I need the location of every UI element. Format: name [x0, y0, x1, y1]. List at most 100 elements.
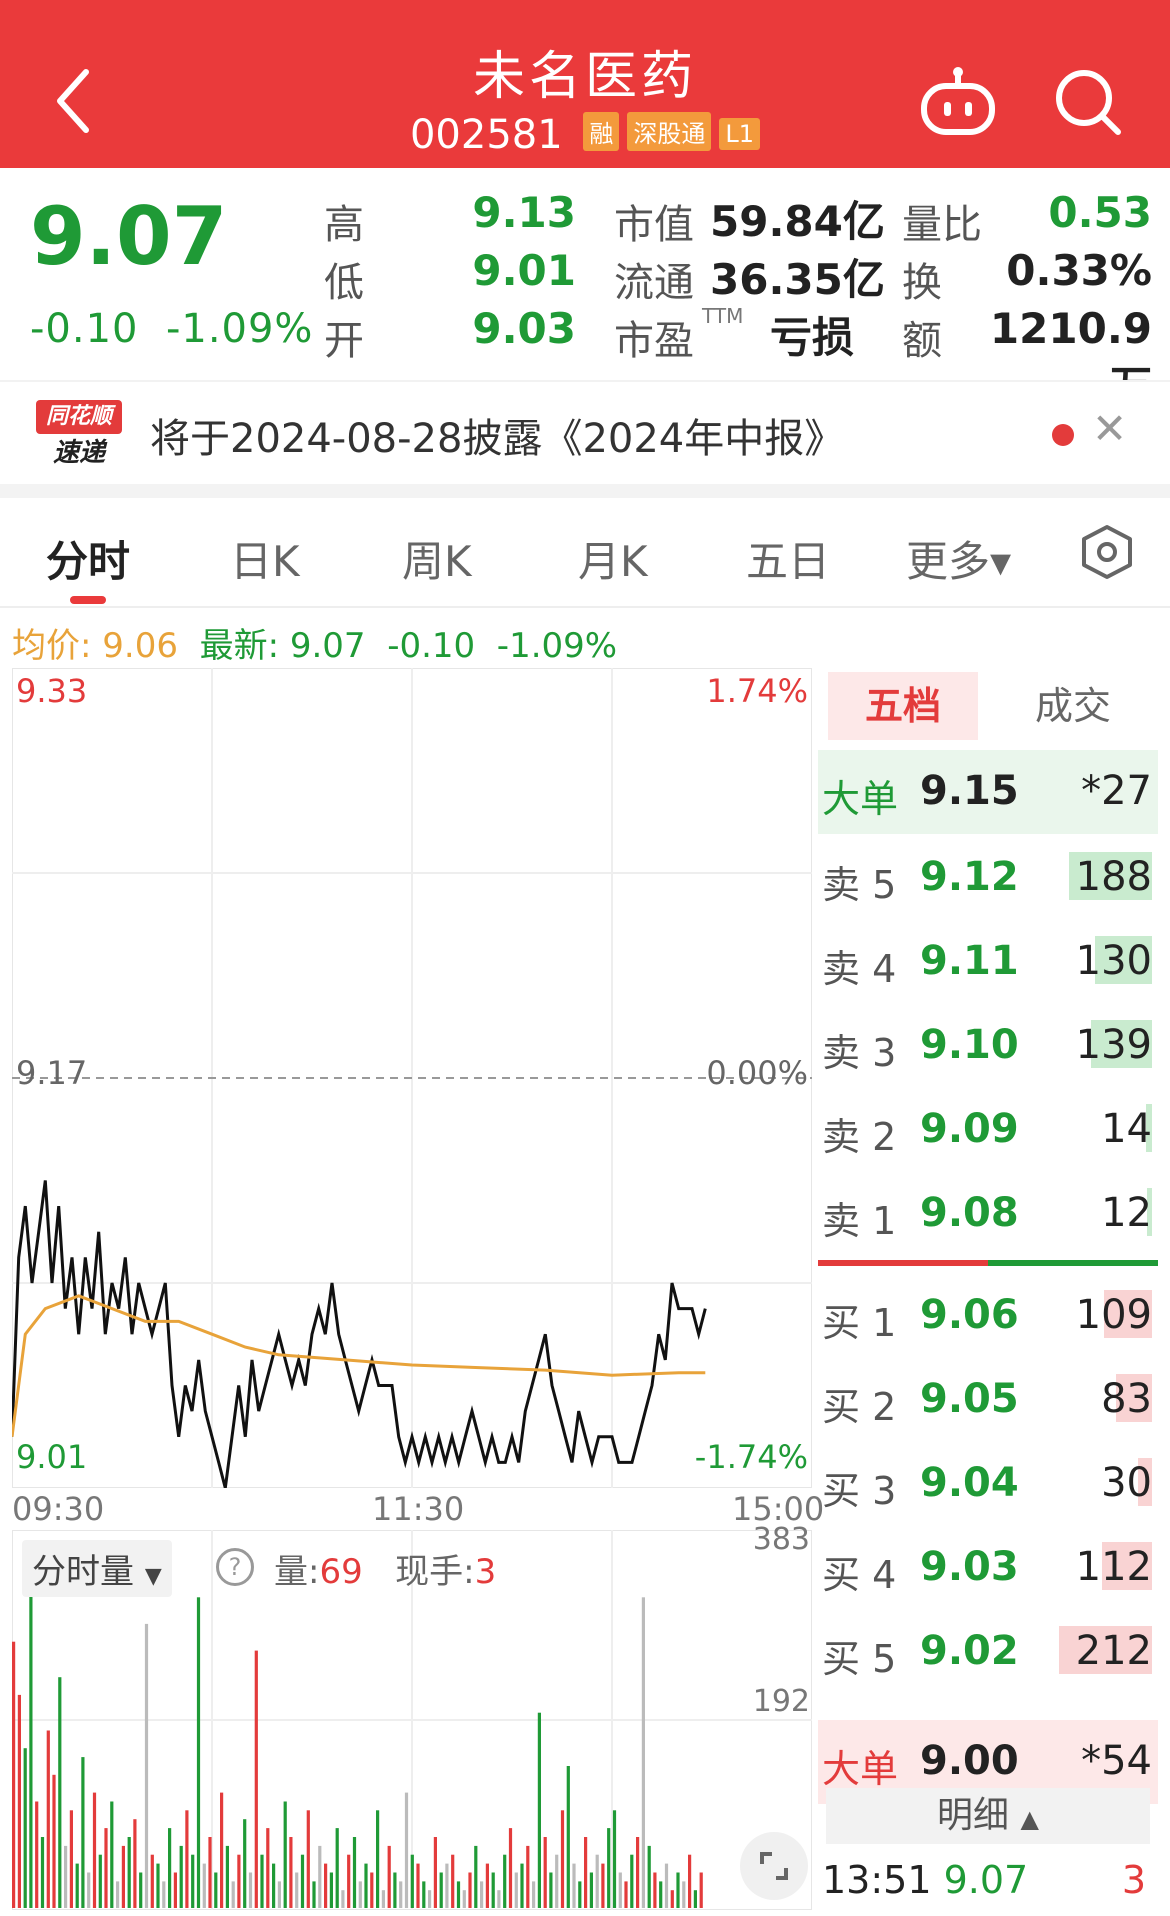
trade-price: 9.07 — [943, 1858, 1029, 1902]
detail-toggle-button[interactable]: 明细 ▲ — [826, 1788, 1150, 1844]
float-label: 流通 — [614, 260, 694, 306]
high-label: 高 — [324, 202, 364, 248]
stock-code: 002581 — [409, 112, 563, 158]
tab-five-levels[interactable]: 五档 — [828, 672, 978, 740]
assistant-button[interactable] — [918, 66, 998, 138]
level-price: 9.06 — [920, 1292, 1019, 1338]
level-price: 9.11 — [920, 938, 1019, 984]
volume-bar — [537, 1712, 541, 1908]
volume-bar — [40, 1837, 45, 1908]
volume-bar — [29, 1588, 33, 1908]
volume-label: 量: — [274, 1552, 320, 1592]
volume-axis-top: 383 — [752, 1522, 810, 1557]
y-label-high: 9.33 — [16, 672, 88, 710]
volume-bar — [433, 1837, 437, 1908]
y-pct-high: 1.74% — [706, 672, 808, 710]
volume-bar — [312, 1881, 316, 1908]
volume-bar — [52, 1774, 56, 1908]
volume-chart[interactable]: 分时量 ▼ ? 量:69 现手:3 383 192 — [12, 1522, 812, 1910]
volume-bar — [422, 1881, 426, 1908]
bid-level-row: 买 3 9.04 30 — [818, 1442, 1158, 1526]
level-volume: 212 — [1075, 1628, 1152, 1674]
trade-volume: 3 — [1121, 1858, 1146, 1902]
volume-bar — [202, 1863, 206, 1908]
tab-more[interactable]: 更多▾ — [906, 528, 1011, 589]
volume-bar — [17, 1694, 21, 1908]
fullscreen-button[interactable] — [740, 1832, 808, 1900]
volume-type-selector[interactable]: 分时量 ▼ — [22, 1540, 172, 1597]
volume-bar — [208, 1837, 212, 1908]
tab-monthly-k[interactable]: 月K — [578, 528, 648, 589]
level-label: 卖 3 — [822, 1031, 897, 1075]
volume-bar — [156, 1863, 160, 1908]
price-change: -0.10 -1.09% — [30, 306, 313, 352]
latest-change: -0.10 — [387, 626, 476, 666]
last-trade-row: 13:51 9.07 3 — [822, 1858, 1152, 1902]
turnover-value: 0.33% — [1006, 246, 1152, 295]
volume-bar — [497, 1890, 501, 1908]
volume-bar — [647, 1845, 651, 1908]
avg-price: 均价: 9.06 — [12, 626, 178, 666]
chart-settings-button[interactable] — [1080, 524, 1134, 584]
logo-top-text: 同花顺 — [36, 400, 122, 434]
caret-up-icon: ▲ — [1020, 1805, 1039, 1833]
change-value: -0.10 — [30, 306, 139, 352]
amount-label: 额 — [902, 318, 942, 364]
level-volume: 112 — [1075, 1544, 1152, 1590]
volume-bar — [220, 1792, 224, 1908]
volume-bar — [23, 1748, 27, 1908]
volume-bar — [612, 1810, 617, 1908]
volume-bar — [491, 1872, 495, 1908]
tab-weekly-k[interactable]: 周K — [402, 528, 472, 589]
level-price: 9.05 — [920, 1376, 1019, 1422]
volume-bar — [439, 1872, 443, 1908]
volume-bar — [179, 1845, 183, 1908]
level-volume: 83 — [1101, 1376, 1152, 1422]
volume-bar — [75, 1863, 79, 1908]
x-label-open: 09:30 — [12, 1490, 105, 1528]
bid-level-row: 买 4 9.03 112 — [818, 1526, 1158, 1610]
big-order-volume: *54 — [1081, 1738, 1152, 1784]
volume-bar — [58, 1677, 62, 1908]
volume-bar — [237, 1854, 241, 1908]
intraday-price-chart[interactable]: 9.33 9.17 9.01 1.74% 0.00% -1.74% 09:30 — [12, 668, 812, 1528]
volume-bar — [468, 1872, 472, 1908]
volume-bar — [624, 1881, 628, 1908]
tab-trades[interactable]: 成交 — [998, 672, 1148, 740]
volume-bar — [456, 1881, 461, 1908]
level-volume: 109 — [1075, 1292, 1152, 1338]
volume-bar — [381, 1890, 385, 1908]
search-button[interactable] — [1052, 66, 1124, 138]
bid-level-row: 买 5 9.02 212 — [818, 1610, 1158, 1694]
volume-bar — [35, 1801, 39, 1908]
level-price: 9.12 — [920, 854, 1019, 900]
x-label-mid: 11:30 — [372, 1490, 465, 1528]
volume-bar — [670, 1890, 674, 1908]
volume-bar — [560, 1810, 565, 1908]
volume-bar — [12, 1641, 16, 1908]
news-logo: 同花顺 速递 — [36, 400, 124, 470]
volume-bar — [300, 1854, 305, 1908]
connect-tag: 深股通 — [627, 112, 712, 151]
tab-five-day[interactable]: 五日 — [746, 528, 830, 589]
tab-intraday[interactable]: 分时 — [46, 528, 130, 589]
expand-icon — [760, 1852, 788, 1880]
open-value: 9.03 — [472, 304, 576, 353]
help-icon[interactable]: ? — [216, 1548, 254, 1586]
last-price: 9.07 — [30, 190, 228, 283]
volume-bar — [485, 1863, 489, 1908]
volume-bar — [410, 1854, 414, 1908]
close-announcement-button[interactable]: ✕ — [1092, 404, 1127, 453]
level-price: 9.10 — [920, 1022, 1019, 1068]
volume-bar — [144, 1623, 149, 1908]
search-icon — [1056, 70, 1121, 135]
price-line — [12, 1180, 707, 1488]
volume-bar — [168, 1828, 172, 1908]
volume-bar — [289, 1837, 293, 1908]
announcement-bar[interactable]: 同花顺 速递 将于2024-08-28披露《2024年中报》 ✕ — [0, 380, 1170, 486]
tab-daily-k[interactable]: 日K — [230, 528, 300, 589]
trade-time: 13:51 — [822, 1858, 932, 1902]
volume-bar — [508, 1828, 513, 1908]
active-tab-indicator — [70, 596, 106, 604]
volume-bar — [254, 1650, 258, 1908]
